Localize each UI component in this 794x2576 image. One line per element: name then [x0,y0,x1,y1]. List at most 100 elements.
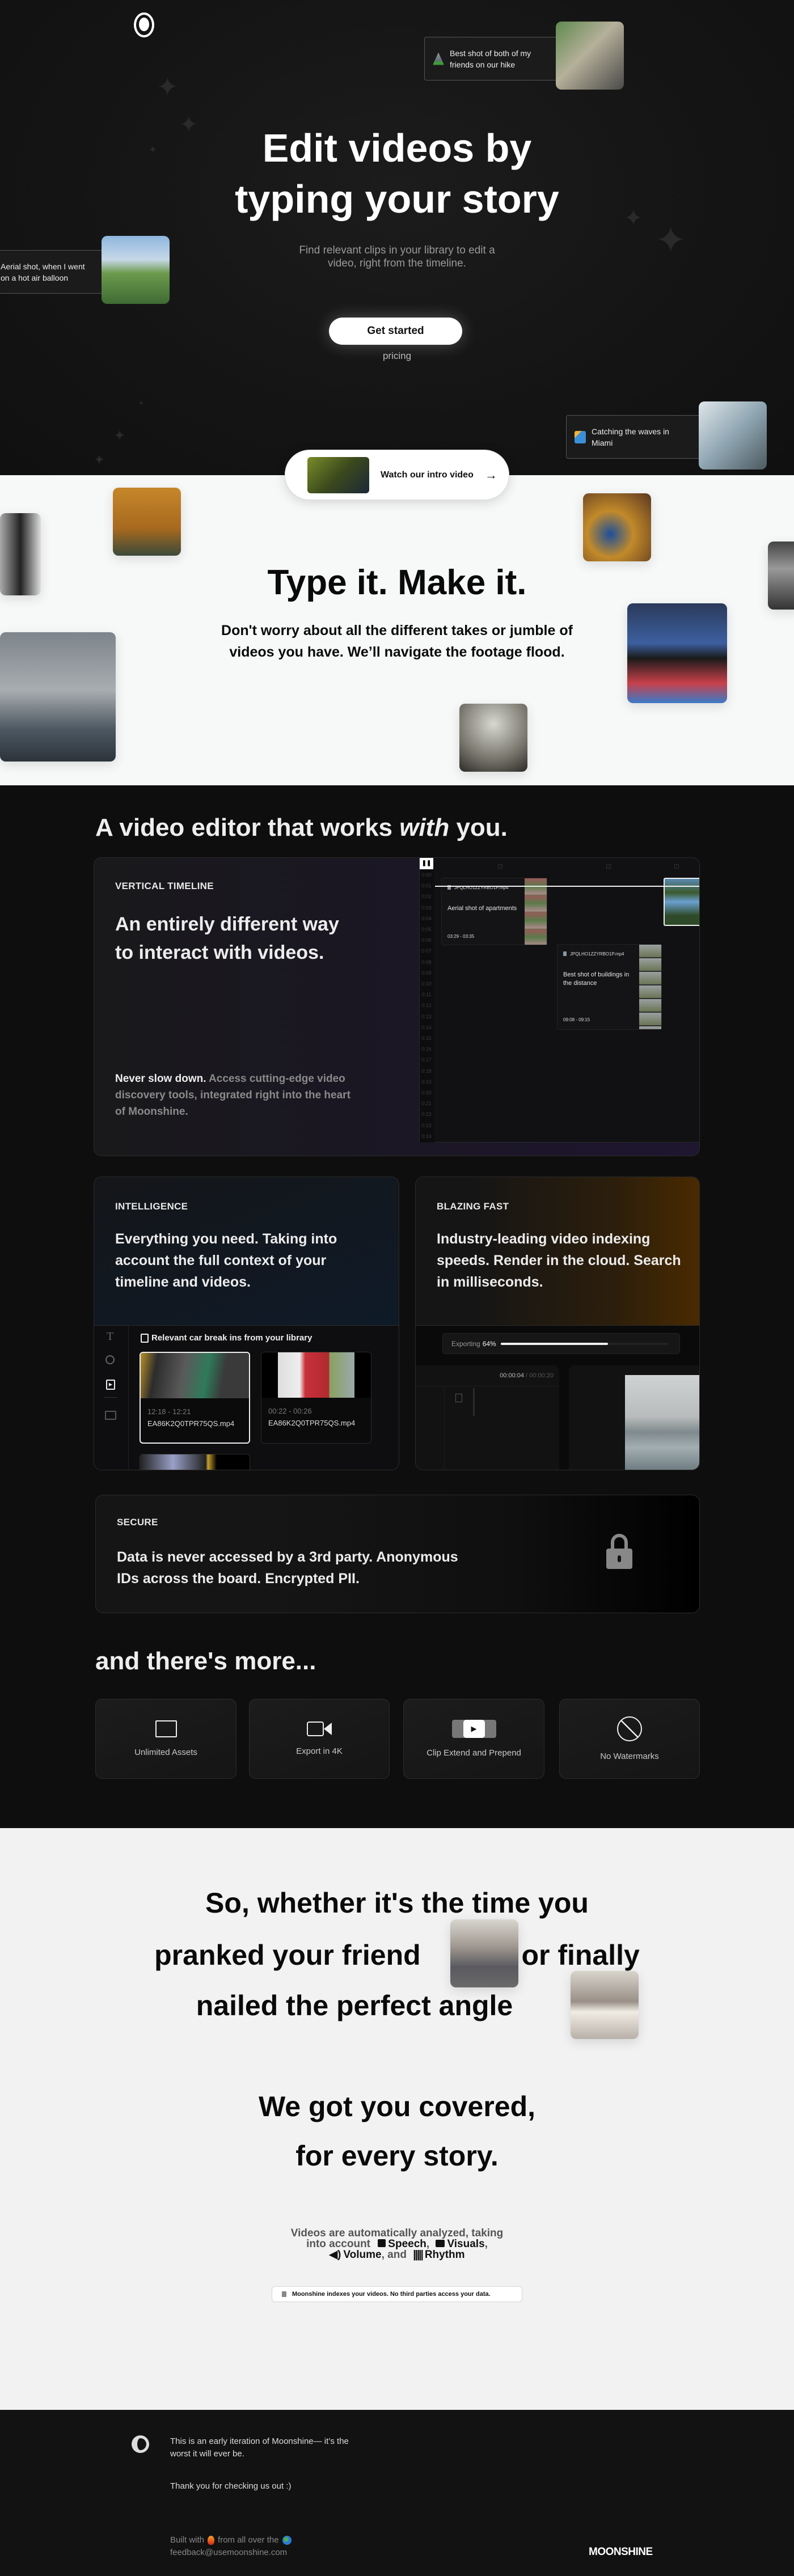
story-line2: pranked your friend , or finally [0,1938,794,1972]
vertical-timeline-card: VERTICAL TIMELINE An entirely different … [94,857,700,1156]
video-camera-icon [436,2240,445,2247]
intelligence-card: INTELLIGENCE Everything you need. Taking… [94,1177,399,1470]
feature-unlimited-assets: Unlimited Assets [95,1699,236,1779]
caption-card-hike: Best shot of both of my friends on our h… [424,37,558,81]
footer-thanks: Thank you for checking us out :) [170,2481,292,2491]
export-progress: Exporting 64% [442,1333,680,1354]
timeline-panel: 00:00:04 / 00:00:20 [416,1365,559,1470]
balloon-photo [102,236,170,304]
card-title: An entirely different way to interact wi… [115,910,339,967]
time-tick: 0:05 [421,927,432,932]
analyzed-text: Videos are automatically analyzed, takin… [0,2228,794,2260]
search-result-clip[interactable]: 00:22 - 00:26 EA86K2Q0TPR75QS.mp4 [261,1352,371,1444]
footer-text: Built with [170,2535,205,2545]
analyzed-line: Videos are automatically analyzed, takin… [290,2227,504,2239]
selected-clip-preview[interactable] [664,878,699,926]
shapes-tool-icon[interactable] [105,1355,115,1364]
feedback-email-link[interactable]: feedback@usemoonshine.com [170,2547,287,2559]
time-tick: 0:15 [421,1035,432,1041]
moonshine-logo[interactable] [134,12,154,37]
feature-label: Export in 4K [296,1746,343,1756]
sparkle-icon: ✦ [138,399,145,407]
story-section: So, whether it's the time you pranked yo… [0,1828,794,2410]
blazing-fast-card: BLAZING FAST Industry-leading video inde… [415,1177,700,1470]
panel-header: Relevant car break ins from your library [141,1333,312,1343]
card-body-line: Data is never accessed by a 3rd party. A… [117,1549,458,1565]
text-tool-icon[interactable]: T [107,1330,113,1343]
watch-intro-video-button[interactable]: Watch our intro video → [285,450,509,500]
time-tick: 0:04 [421,915,432,921]
timecode-current: 00:00:04 [500,1372,524,1379]
heading-emphasis: with [399,814,450,841]
get-started-button[interactable]: Get started [329,318,462,345]
pause-button[interactable]: ❚❚ [420,858,433,869]
time-tick: 0:24 [421,1133,432,1139]
intro-video-thumbnail [307,456,369,493]
folder-tool-icon[interactable] [105,1411,116,1420]
clip-description: Aerial shot of apartments [447,905,517,912]
caption-card-balloon: Aerial shot, when I went on a hot air ba… [0,250,103,294]
time-tick: 0:08 [421,959,432,965]
lock-icon [282,2291,286,2297]
time-tick: 0:02 [421,894,432,900]
image-icon [455,1394,462,1402]
playhead[interactable] [435,886,699,887]
export-label: Exporting [451,1339,480,1348]
pricing-link[interactable]: pricing [0,350,794,362]
waves-photo [699,401,767,469]
watch-label: Watch our intro video [381,469,474,480]
time-tick: 0:01 [421,883,432,889]
feature-clip-extend: ▶ Clip Extend and Prepend [403,1699,544,1779]
covered-line2: for every story. [295,2140,499,2172]
scrollbar[interactable] [473,1388,475,1416]
secure-card: SECURE Data is never accessed by a 3rd p… [95,1495,700,1613]
globe-icon [282,2536,292,2545]
dog-photo [571,1971,639,2039]
time-tick: 0:07 [421,948,432,954]
sidebar-divider [104,1397,117,1398]
volume-icon: ◀) [329,2249,341,2261]
progress-fill [500,1342,608,1345]
card-body-line: IDs across the board. Encrypted PII. [117,1571,360,1587]
moonshine-wordmark: MOONSHINE [589,2546,653,2558]
no-watermark-icon [617,1716,642,1741]
panel-header-text: Relevant car break ins from your library [151,1333,312,1343]
heading-text: A video editor that works [95,814,400,841]
image-add-icon[interactable]: ⊡ [674,862,679,870]
time-tick: 0:21 [421,1101,432,1107]
clip-filename: EA86K2Q0TPR75QS.mp4 [147,1419,235,1428]
concert-photo [459,704,527,772]
analyzed-line: into account Speech, Visuals, [0,2239,794,2249]
export-percent: 64% [482,1339,496,1348]
card-label: SECURE [117,1517,158,1528]
search-result-clip[interactable]: 12:18 - 12:21 EA86K2Q0TPR75QS.mp4 [140,1352,250,1444]
mountain-icon [433,52,444,65]
clip-timerange: 00:22 - 00:26 [268,1407,312,1415]
search-result-clip[interactable] [140,1454,250,1470]
hero-title-line1: Edit videos by [262,126,532,170]
time-tick: 0:16 [421,1046,432,1052]
caption-text: Aerial shot, when I went on a hot air ba… [1,261,85,282]
story-text: , or finally [505,1939,640,1971]
type-it-title: Type it. Make it. [267,563,527,602]
card-label: INTELLIGENCE [115,1201,188,1212]
features-heading: A video editor that works with you. [95,814,508,842]
time-tick: 0:22 [421,1111,432,1118]
video-add-icon[interactable]: ⊡ [606,862,611,870]
feature-no-watermarks: No Watermarks [559,1699,700,1779]
caption-text: Best shot of both of my friends on our h… [450,48,531,69]
card-label: BLAZING FAST [437,1201,509,1212]
volume-label: Volume [343,2249,382,2261]
visuals-label: Visuals [447,2238,485,2250]
moonshine-logo [132,2435,149,2453]
timeline-clip[interactable]: JPQLHO1ZZYRBO1P.mp4 Aerial shot of apart… [441,878,547,945]
footer-text: worst it will ever be. [170,2449,244,2459]
ai-clips-tool-icon[interactable]: ▶ [106,1380,115,1390]
card-label: VERTICAL TIMELINE [115,881,214,891]
timeline-clip[interactable]: JPQLHO1ZZYRBO1P.mp4 Best shot of buildin… [557,944,662,1030]
clip-filename: JPQLHO1ZZYRBO1P.mp4 [570,951,624,957]
body-bold: Never slow down. [115,1073,206,1085]
caption-text: Catching the waves in Miami [592,426,669,447]
video-add-icon[interactable]: ⊡ [497,862,503,870]
type-it-subtitle-line1: Don't worry about all the different take… [221,623,573,638]
